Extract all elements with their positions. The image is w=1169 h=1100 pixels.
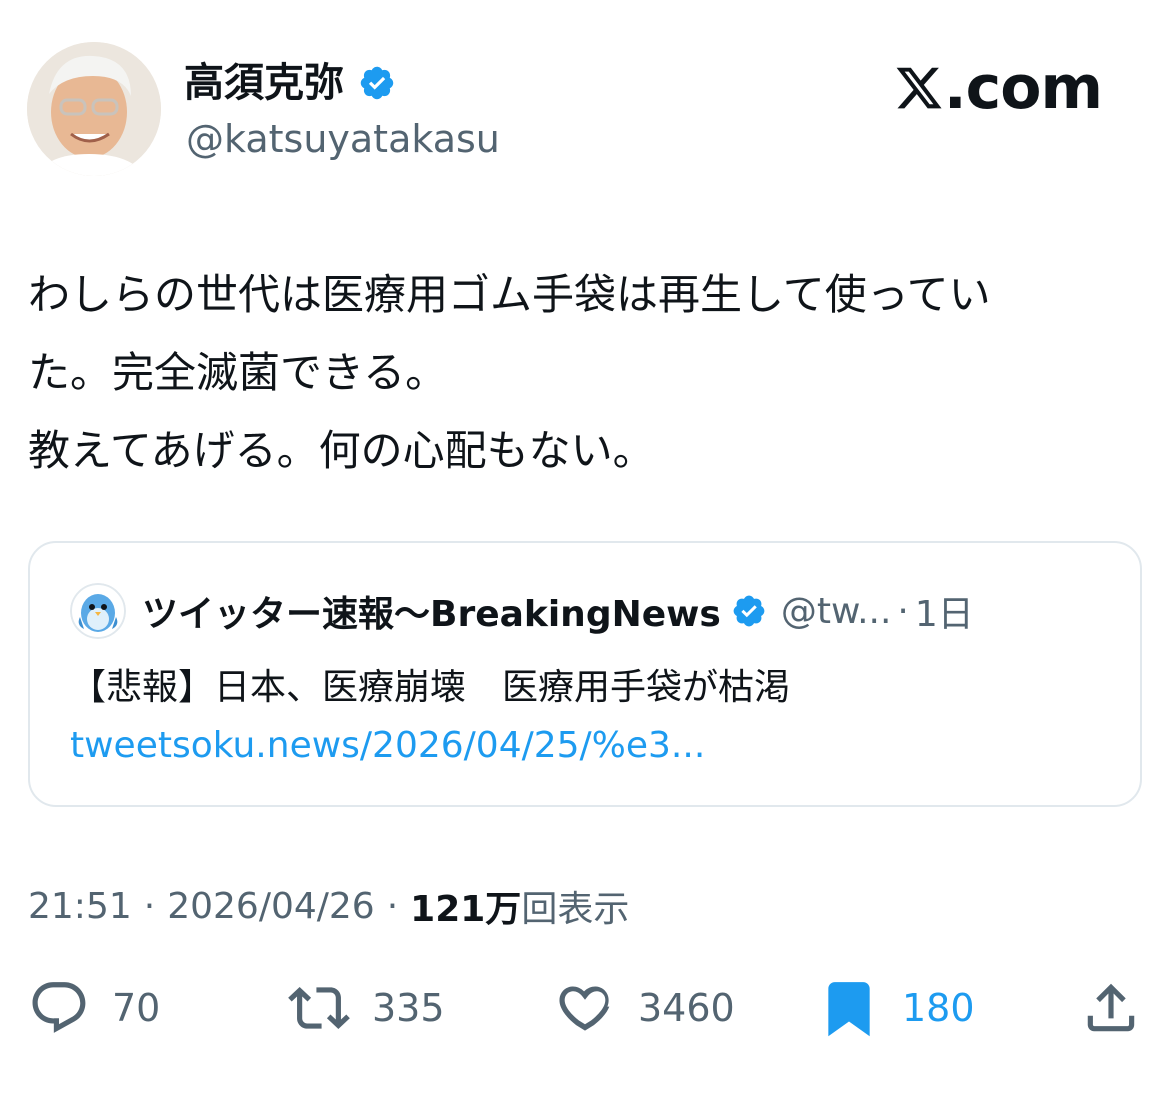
x-brand: .com bbox=[894, 52, 1103, 124]
author-display-name[interactable]: 高須克弥 bbox=[184, 56, 344, 110]
quote-timestamp[interactable]: 1日 bbox=[915, 585, 974, 637]
quote-separator: · bbox=[897, 590, 909, 632]
meta-dot: · bbox=[143, 885, 156, 927]
like-icon bbox=[559, 986, 610, 1031]
quote-display-name[interactable]: ツイッター速報〜BreakingNews bbox=[142, 585, 721, 637]
like-button[interactable]: 3460 bbox=[554, 972, 735, 1044]
repost-count: 335 bbox=[372, 986, 445, 1030]
quoted-tweet-card[interactable]: ツイッター速報〜BreakingNews @tw... · 1日 【悲報】日本、… bbox=[28, 541, 1142, 807]
meta-dot: · bbox=[386, 885, 399, 927]
tweet-date[interactable]: 2026/04/26 bbox=[167, 886, 375, 927]
repost-button[interactable]: 335 bbox=[288, 972, 445, 1044]
quote-avatar[interactable] bbox=[70, 583, 126, 639]
bookmark-count: 180 bbox=[902, 986, 975, 1030]
reply-button[interactable]: 70 bbox=[28, 972, 160, 1044]
reply-count: 70 bbox=[112, 986, 161, 1030]
quote-link[interactable]: tweetsoku.news/2026/04/25/%e3... bbox=[70, 719, 1110, 773]
brand-label: .com bbox=[943, 53, 1103, 123]
repost-icon bbox=[288, 987, 350, 1029]
verified-badge-icon bbox=[733, 595, 765, 627]
tweet-screenshot: 高須克弥 @katsuyatakasu .com わしらの世代は医療用ゴム手袋は… bbox=[0, 0, 1169, 1100]
author-avatar[interactable] bbox=[27, 42, 161, 176]
share-button[interactable] bbox=[1080, 972, 1142, 1044]
author-handle[interactable]: @katsuyatakasu bbox=[186, 112, 500, 166]
like-count: 3460 bbox=[638, 986, 735, 1030]
quote-header: ツイッター速報〜BreakingNews @tw... · 1日 bbox=[142, 581, 974, 641]
bird-avatar-icon bbox=[70, 583, 126, 639]
x-logo-icon bbox=[896, 67, 942, 109]
author-name-row[interactable]: 高須克弥 bbox=[184, 56, 396, 110]
avatar-image bbox=[27, 42, 161, 176]
quote-text: 【悲報】日本、医療崩壊 医療用手袋が枯渇 bbox=[70, 667, 791, 708]
verified-badge-icon bbox=[360, 66, 394, 100]
reply-icon bbox=[32, 982, 86, 1033]
action-bar: 70 335 3460 180 bbox=[0, 972, 1169, 1044]
tweet-time[interactable]: 21:51 bbox=[28, 886, 132, 927]
views-count: 121万 bbox=[410, 889, 522, 930]
views-label: 回表示 bbox=[521, 889, 630, 930]
bookmark-button[interactable]: 180 bbox=[818, 972, 975, 1044]
share-icon bbox=[1087, 983, 1135, 1032]
tweet-text: わしらの世代は医療用ゴム手袋は再生して使ってい た。完全滅菌できる。 教えてあげ… bbox=[28, 270, 991, 475]
tweet-meta: 21:51 · 2026/04/26 · 121万 回表示 bbox=[28, 878, 629, 934]
bookmark-icon bbox=[828, 982, 870, 1037]
quote-handle[interactable]: @tw... bbox=[781, 591, 892, 632]
